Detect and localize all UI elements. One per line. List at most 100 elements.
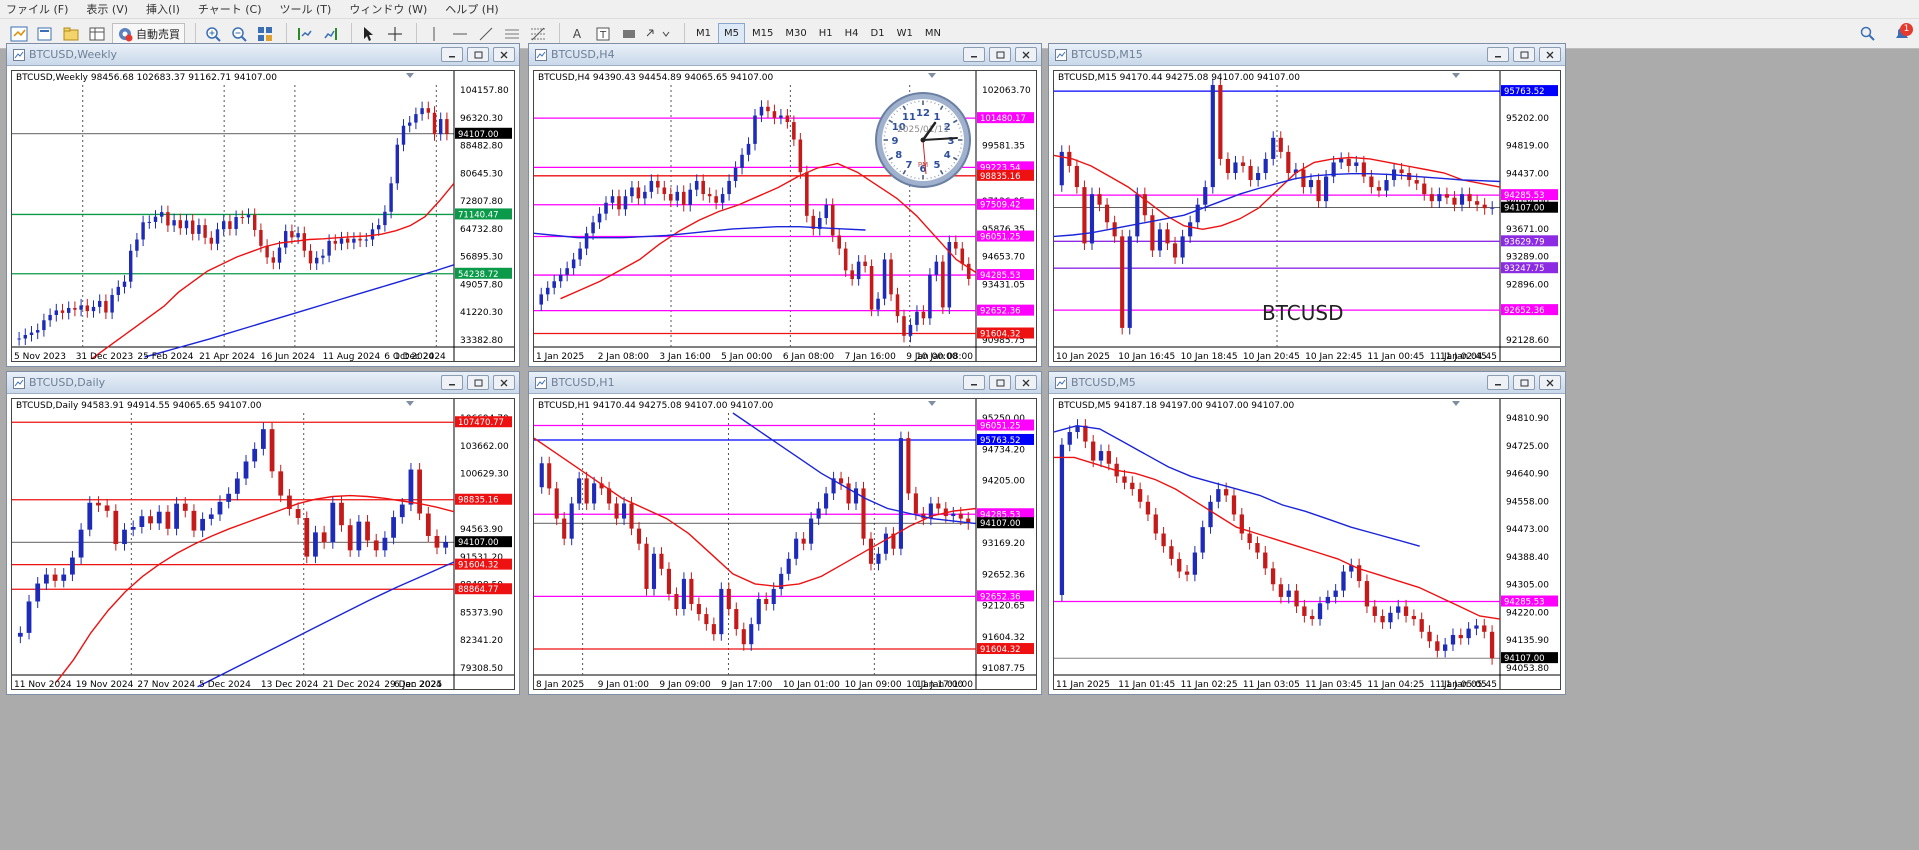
menu-item[interactable]: ファイル (F)	[6, 1, 68, 17]
profiles-icon[interactable]	[34, 23, 56, 45]
minimize-button[interactable]	[1487, 47, 1509, 62]
price-level-tag-label: 94285.53	[980, 271, 1021, 281]
close-button[interactable]	[493, 375, 515, 390]
price-chart[interactable]: 106694.70103662.00100629.3097596.6094563…	[11, 398, 515, 690]
chart-window-w2[interactable]: BTCUSD,H4102063.70100804.0099581.3598358…	[528, 43, 1042, 367]
menu-item[interactable]: 挿入(I)	[146, 1, 180, 17]
minimize-button[interactable]	[1487, 375, 1509, 390]
close-button[interactable]	[1539, 47, 1561, 62]
close-button[interactable]	[493, 47, 515, 62]
favorites-icon[interactable]	[60, 23, 82, 45]
timeframe-button-d1[interactable]: D1	[866, 23, 890, 45]
timeframe-button-h1[interactable]: H1	[814, 23, 838, 45]
tile-windows-icon[interactable]	[254, 23, 276, 45]
crosshair-icon[interactable]	[384, 23, 406, 45]
trendline-icon[interactable]	[475, 23, 497, 45]
price-axis-label: 93431.05	[982, 280, 1025, 290]
menu-item[interactable]: 表示 (V)	[86, 1, 128, 17]
price-chart[interactable]: 95250.0094734.2094205.0093685.6593169.20…	[533, 398, 1037, 690]
timeframe-button-w1[interactable]: W1	[892, 23, 918, 45]
timeframe-button-h4[interactable]: H4	[840, 23, 864, 45]
minimize-button[interactable]	[963, 375, 985, 390]
maximize-button[interactable]	[989, 47, 1011, 62]
timeframe-button-m30[interactable]: M30	[780, 23, 811, 45]
menu-item[interactable]: ツール (T)	[280, 1, 332, 17]
window-titlebar[interactable]: BTCUSD,M5	[1049, 372, 1565, 394]
close-button[interactable]	[1015, 375, 1037, 390]
window-titlebar[interactable]: BTCUSD,Weekly	[7, 44, 519, 66]
price-chart[interactable]: 95597.0095202.0094819.0094437.0094054.00…	[1053, 70, 1561, 362]
channel-icon[interactable]	[501, 23, 523, 45]
window-titlebar[interactable]: BTCUSD,M15	[1049, 44, 1565, 66]
fibonacci-icon[interactable]	[527, 23, 549, 45]
minimize-button[interactable]	[963, 47, 985, 62]
price-chart[interactable]: 104157.80 96320.30 88482.80 80645.30 72807.8…	[11, 70, 515, 362]
chart-window-w1[interactable]: BTCUSD,Weekly 104157.80 96320.30 88482.80 80…	[6, 43, 520, 367]
maximize-button[interactable]	[467, 375, 489, 390]
menu-item[interactable]: ウィンドウ (W)	[349, 1, 427, 17]
text-label-icon[interactable]: T	[592, 23, 614, 45]
arrows-icon[interactable]	[644, 23, 674, 45]
window-controls	[959, 375, 1037, 390]
close-button[interactable]	[1015, 47, 1037, 62]
analog-clock-widget[interactable]: 12 1 2 3 4 5 6 7 8 9 10 11 2025/01/11 PM	[873, 90, 973, 190]
time-axis-label: 25 Feb 2024	[137, 352, 193, 361]
candle-body	[701, 180, 705, 195]
maximize-button[interactable]	[989, 375, 1011, 390]
minimize-button[interactable]	[441, 47, 463, 62]
chart-window-w4[interactable]: BTCUSD,Daily 106694.70103662.00100629.309…	[6, 371, 520, 695]
maximize-button[interactable]	[467, 47, 489, 62]
price-level-tag-label: 91604.32	[980, 330, 1021, 340]
chart-window-w5[interactable]: BTCUSD,H1 95250.0094734.2094205.0093685.6…	[528, 371, 1042, 695]
price-axis-label: 72807.80	[460, 197, 503, 207]
zoom-in-icon[interactable]	[202, 23, 224, 45]
chart-window-w3[interactable]: BTCUSD,M15 95597.0095202.0094819.0094437.…	[1048, 43, 1566, 367]
chart-shift-marker[interactable]	[928, 401, 936, 406]
new-chart-icon[interactable]	[8, 23, 30, 45]
autotrade-button[interactable]: 自動売買	[112, 22, 185, 45]
window-titlebar[interactable]: BTCUSD,Daily	[7, 372, 519, 394]
price-axis-label: 56895.30	[460, 253, 503, 263]
candle-body	[1414, 180, 1419, 184]
text-tool-icon[interactable]: A	[566, 23, 588, 45]
candle-body	[591, 222, 595, 234]
search-icon[interactable]	[1857, 23, 1879, 45]
chart-shift-marker[interactable]	[1452, 73, 1460, 78]
notifications-button[interactable]: 1	[1893, 23, 1913, 43]
timeframe-button-m1[interactable]: M1	[691, 23, 716, 45]
zoom-out-icon[interactable]	[228, 23, 250, 45]
timeframe-button-m5[interactable]: M5	[718, 22, 745, 45]
close-button[interactable]	[1539, 375, 1561, 390]
menu-item[interactable]: ヘルプ (H)	[445, 1, 498, 17]
autoscroll-icon[interactable]	[319, 23, 341, 45]
maximize-button[interactable]	[1513, 375, 1535, 390]
price-chart[interactable]: 94810.90 94725.00 94640.90 94558.00 94473.00…	[1053, 398, 1561, 690]
time-axis-label: 31 Dec 2023	[76, 352, 134, 361]
chart-shift-icon[interactable]	[293, 23, 315, 45]
window-title: BTCUSD,Weekly	[29, 48, 118, 61]
window-titlebar[interactable]: BTCUSD,H1	[529, 372, 1041, 394]
chart-shift-marker[interactable]	[406, 73, 414, 78]
maximize-button[interactable]	[1513, 47, 1535, 62]
candle-body	[584, 233, 589, 249]
chart-shift-marker[interactable]	[1452, 401, 1460, 406]
timeframe-button-m15[interactable]: M15	[747, 23, 778, 45]
data-window-icon[interactable]	[86, 23, 108, 45]
chart-shift-marker[interactable]	[406, 401, 414, 406]
window-titlebar[interactable]: BTCUSD,H4	[529, 44, 1041, 66]
rectangle-icon[interactable]	[618, 23, 640, 45]
vertical-line-icon[interactable]	[423, 23, 445, 45]
candle-body	[856, 261, 861, 280]
candle-body	[308, 250, 313, 264]
candle-body	[853, 488, 859, 504]
candle-body	[659, 553, 664, 569]
timeframe-button-mn[interactable]: MN	[920, 23, 946, 45]
chart-window-w6[interactable]: BTCUSD,M5 94810.90 94725.00 94640.90 94558.0…	[1048, 371, 1566, 695]
horizontal-line-icon[interactable]	[449, 23, 471, 45]
time-axis-label: 13 Dec 2024	[261, 680, 319, 689]
cursor-icon[interactable]	[358, 23, 380, 45]
minimize-button[interactable]	[441, 375, 463, 390]
time-axis-label: 19 Nov 2024	[76, 680, 134, 689]
menu-item[interactable]: チャート (C)	[198, 1, 262, 17]
chart-shift-marker[interactable]	[928, 73, 936, 78]
